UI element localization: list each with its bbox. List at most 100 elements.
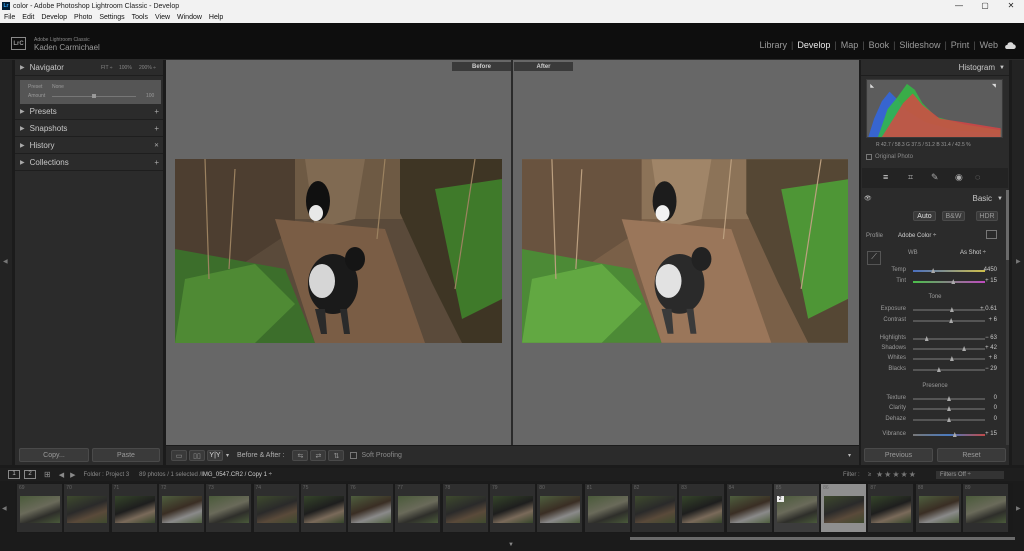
toolbar-menu-icon[interactable]: ▾: [848, 452, 851, 459]
filmstrip-thumbnail[interactable]: 76: [348, 484, 395, 532]
previous-button[interactable]: Previous: [864, 448, 933, 462]
forward-arrow-icon[interactable]: ▶: [70, 471, 75, 479]
edit-sliders-icon[interactable]: ≡: [883, 172, 888, 182]
histogram-header[interactable]: Histogram ▼: [861, 60, 1009, 76]
wb-eyedropper-icon[interactable]: ⟋: [867, 251, 881, 265]
filter-mode[interactable]: ≥: [868, 472, 871, 478]
copy-before-to-after-icon[interactable]: ⇆: [292, 450, 309, 461]
filters-off-dropdown[interactable]: Filters Off ÷: [936, 471, 1004, 479]
red-eye-icon[interactable]: ◉: [955, 172, 963, 183]
filmstrip-thumbnail[interactable]: 77: [395, 484, 442, 532]
highlights-slider[interactable]: Highlights − 63: [862, 334, 1008, 344]
back-arrow-icon[interactable]: ◀: [59, 471, 64, 479]
clarity-slider[interactable]: Clarity 0: [862, 404, 1008, 414]
copy-button[interactable]: Copy...: [19, 448, 89, 462]
treatment-auto-button[interactable]: Auto: [913, 211, 936, 221]
filmstrip-collapse-icon[interactable]: ▼: [508, 542, 514, 548]
menu-file[interactable]: File: [4, 14, 15, 21]
module-develop[interactable]: Develop: [793, 40, 834, 50]
filmstrip-thumbnail[interactable]: 69: [17, 484, 63, 532]
before-after-left-right-icon[interactable]: ▯▯: [189, 450, 205, 461]
wb-dropdown[interactable]: As Shot ÷: [960, 250, 986, 256]
presets-header[interactable]: ▶ Presets +: [15, 104, 163, 120]
cloud-icon[interactable]: [1004, 41, 1016, 50]
whites-value[interactable]: + 8: [988, 355, 997, 361]
loupe-view-icon[interactable]: ▭: [171, 450, 187, 461]
vibrance-slider[interactable]: Vibrance + 15: [862, 430, 1008, 440]
filmstrip-thumbnail[interactable]: 85 2: [773, 484, 820, 532]
reset-button[interactable]: Reset: [937, 448, 1006, 462]
add-collection-icon[interactable]: +: [154, 158, 159, 167]
original-photo-checkbox[interactable]: [866, 154, 872, 160]
maximize-button[interactable]: ▢: [972, 0, 998, 12]
filmstrip-scrollbar[interactable]: [630, 537, 1015, 540]
filmstrip-thumbnail[interactable]: 81: [584, 484, 631, 532]
menu-photo[interactable]: Photo: [74, 14, 92, 21]
contrast-value[interactable]: + 6: [988, 317, 997, 323]
copy-after-to-before-icon[interactable]: ⇄: [310, 450, 327, 461]
filmstrip-thumbnail[interactable]: 88: [915, 484, 962, 532]
current-file[interactable]: IMG_0547.CR2 / Copy 1 ÷: [201, 472, 272, 478]
shadows-slider[interactable]: Shadows + 42: [862, 344, 1008, 354]
filmstrip-thumbnail[interactable]: 70: [64, 484, 111, 532]
menu-tools[interactable]: Tools: [132, 14, 148, 21]
filmstrip-thumbnail[interactable]: 74: [253, 484, 300, 532]
profile-browser-icon[interactable]: [986, 230, 997, 239]
swap-before-after-icon[interactable]: ⇅: [328, 450, 345, 461]
right-panel-scrollbar[interactable]: [1006, 190, 1009, 445]
before-after-mode-button[interactable]: Y|Y: [207, 450, 223, 461]
temp-value[interactable]: 4450: [984, 267, 997, 273]
exposure-slider[interactable]: Exposure + 0.61: [862, 305, 1008, 315]
before-photo[interactable]: [175, 159, 502, 343]
basic-header[interactable]: 👁 Basic ▼: [862, 192, 1008, 205]
blacks-value[interactable]: − 29: [985, 366, 997, 372]
filmstrip-thumbnail[interactable]: 87: [868, 484, 915, 532]
amount-thumb[interactable]: [92, 94, 96, 98]
minimize-button[interactable]: —: [946, 0, 972, 12]
filmstrip-thumbnail[interactable]: 75: [300, 484, 347, 532]
crop-icon[interactable]: ⌗: [908, 172, 913, 183]
right-panel-toggle[interactable]: ▶: [1012, 60, 1024, 465]
close-button[interactable]: ✕: [998, 0, 1024, 12]
temp-slider[interactable]: Temp 4450: [862, 266, 1008, 276]
module-slideshow[interactable]: Slideshow: [895, 40, 944, 50]
clear-history-icon[interactable]: ✕: [154, 142, 159, 149]
filmstrip-right-arrow-icon[interactable]: ▶: [1016, 505, 1021, 512]
healing-icon[interactable]: ✎: [931, 172, 939, 183]
star-rating-filter-icon[interactable]: ★★★★★: [876, 470, 917, 479]
clarity-value[interactable]: 0: [994, 405, 997, 411]
filmstrip-thumbnail[interactable]: 71: [111, 484, 158, 532]
filmstrip-thumbnail[interactable]: 89: [963, 484, 1009, 532]
module-print[interactable]: Print: [947, 40, 974, 50]
add-preset-icon[interactable]: +: [154, 107, 159, 116]
navigator-header[interactable]: ▶ Navigator FIT ÷ 100% 200% ÷: [15, 60, 163, 76]
filmstrip-thumbnail[interactable]: 78: [442, 484, 489, 532]
blacks-slider[interactable]: Blacks − 29: [862, 365, 1008, 375]
filmstrip-thumbnail[interactable]: 73: [206, 484, 253, 532]
soft-proofing-checkbox[interactable]: [350, 452, 358, 459]
shadows-value[interactable]: + 42: [985, 345, 997, 351]
filmstrip-thumbnail[interactable]: 79: [490, 484, 536, 532]
mode-dropdown-icon[interactable]: ▾: [226, 452, 229, 459]
second-screen-button[interactable]: 2: [24, 470, 36, 479]
module-map[interactable]: Map: [837, 40, 863, 50]
filmstrip-thumbnail[interactable]: 82: [631, 484, 678, 532]
treatment-bw-button[interactable]: B&W: [942, 211, 965, 221]
menu-view[interactable]: View: [155, 14, 170, 21]
module-web[interactable]: Web: [976, 40, 1002, 50]
tint-value[interactable]: + 15: [985, 278, 997, 284]
zoom-fit[interactable]: FIT ÷: [101, 65, 113, 71]
menu-help[interactable]: Help: [209, 14, 223, 21]
add-snapshot-icon[interactable]: +: [154, 124, 159, 133]
dehaze-slider[interactable]: Dehaze 0: [862, 415, 1008, 425]
histogram-chart[interactable]: [866, 79, 1003, 138]
module-library[interactable]: Library: [755, 40, 791, 50]
after-photo[interactable]: [522, 159, 848, 343]
contrast-slider[interactable]: Contrast + 6: [862, 316, 1008, 326]
snapshots-header[interactable]: ▶ Snapshots +: [15, 121, 163, 137]
grid-view-icon[interactable]: ⊞: [44, 470, 51, 479]
navigator-preview[interactable]: Preset None Amount 100: [20, 80, 161, 104]
left-panel-toggle[interactable]: ◀: [0, 60, 12, 465]
zoom-100[interactable]: 100%: [119, 65, 132, 71]
filmstrip-thumbnail[interactable]: 86: [821, 484, 868, 532]
